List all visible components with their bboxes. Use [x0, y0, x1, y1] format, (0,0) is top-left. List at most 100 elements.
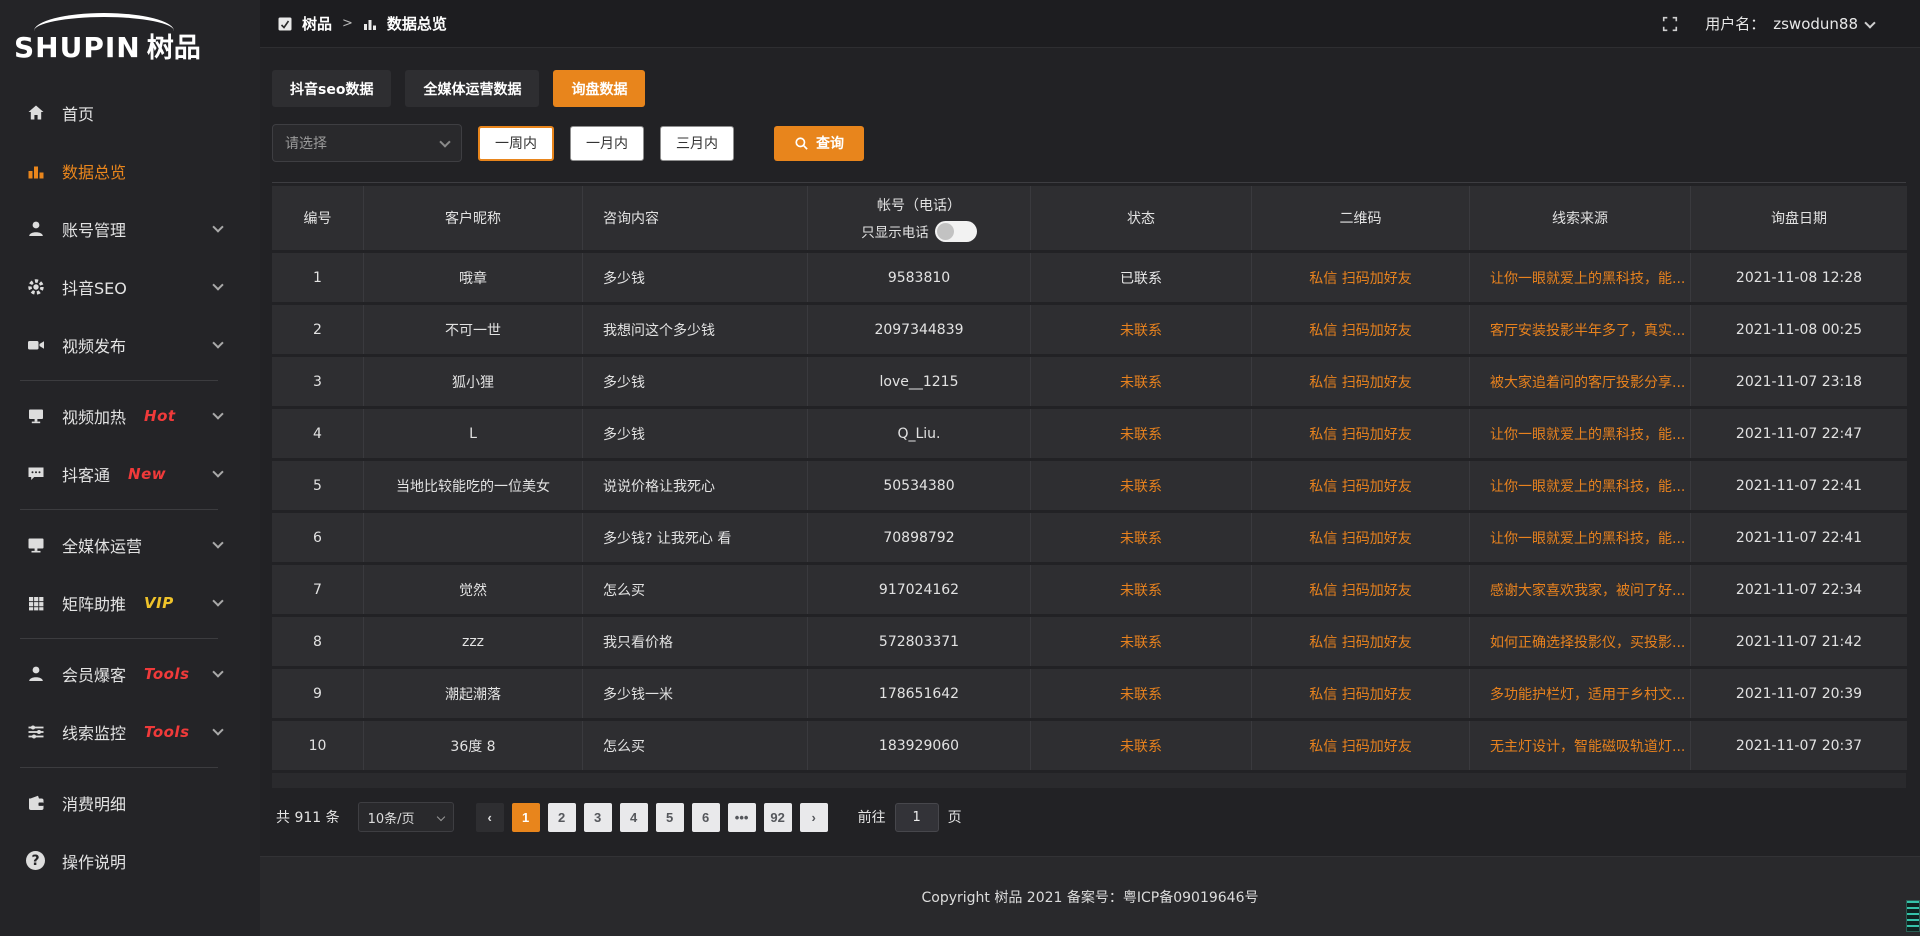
- cell-source-link[interactable]: 多功能护栏灯，适用于乡村文...: [1470, 669, 1691, 718]
- sidebar-item-video-publish[interactable]: 视频发布: [0, 316, 260, 374]
- sidebar-item-doukeitong[interactable]: 抖客通 New: [0, 445, 260, 503]
- sidebar-item-video-heat[interactable]: 视频加热 Hot: [0, 387, 260, 445]
- cell-nickname: zzz: [364, 617, 583, 666]
- footer: Copyright 树品 2021 备案号：粤ICP备09019646号: [260, 856, 1920, 936]
- cell-qr-action[interactable]: 私信 扫码加好友: [1252, 305, 1470, 354]
- breadcrumb-root[interactable]: 树品: [302, 13, 332, 34]
- cell-source-link[interactable]: 让你一眼就爱上的黑科技，能...: [1470, 409, 1691, 458]
- col-header-qrcode: 二维码: [1252, 186, 1470, 250]
- breadcrumb: 树品 > 数据总览: [278, 13, 447, 34]
- grid-icon: [26, 593, 46, 613]
- mini-bar-chart-icon: [363, 17, 377, 31]
- next-page-button[interactable]: ›: [800, 803, 828, 832]
- cell-source-link[interactable]: 被大家追着问的客厅投影分享...: [1470, 357, 1691, 406]
- cell-date: 2021-11-07 22:41: [1691, 513, 1907, 562]
- chevron-down-icon: [212, 537, 223, 548]
- cell-source-link[interactable]: 让你一眼就爱上的黑科技，能...: [1470, 513, 1691, 562]
- cell-account: 178651642: [808, 669, 1031, 718]
- cell-qr-action[interactable]: 私信 扫码加好友: [1252, 617, 1470, 666]
- bar-chart-icon: [26, 161, 46, 181]
- cell-no: 4: [272, 409, 364, 458]
- cell-nickname: 当地比较能吃的一位美女: [364, 461, 583, 510]
- table-row: 2 不可一世 我想问这个多少钱 2097344839 未联系 私信 扫码加好友 …: [272, 305, 1907, 354]
- sidebar-item-douyin-seo[interactable]: 抖音SEO: [0, 258, 260, 316]
- cell-no: 8: [272, 617, 364, 666]
- sidebar-item-media-ops[interactable]: 全媒体运营: [0, 516, 260, 574]
- cell-source-link[interactable]: 感谢大家喜欢我家，被问了好...: [1470, 565, 1691, 614]
- sidebar-item-help[interactable]: 操作说明: [0, 832, 260, 890]
- page-button-1[interactable]: 1: [512, 803, 540, 832]
- new-badge: New: [128, 465, 166, 483]
- cell-status: 未联系: [1031, 461, 1252, 510]
- sidebar-item-label: 视频发布: [62, 333, 126, 357]
- cell-source-link[interactable]: 让你一眼就爱上的黑科技，能...: [1470, 461, 1691, 510]
- page-size-value: 10条/页: [368, 808, 415, 827]
- cell-status: 已联系: [1031, 253, 1252, 302]
- sidebar-item-account-mgmt[interactable]: 账号管理: [0, 200, 260, 258]
- tools-badge: Tools: [144, 723, 189, 741]
- sidebar-item-lead-monitor[interactable]: 线索监控 Tools: [0, 703, 260, 761]
- cell-nickname: 36度 8: [364, 721, 583, 770]
- user-menu[interactable]: 用户名：zswodun88: [1705, 13, 1874, 34]
- page-button-6[interactable]: 6: [692, 803, 720, 832]
- tab-inquiry-data[interactable]: 询盘数据: [553, 70, 645, 107]
- cell-date: 2021-11-07 21:42: [1691, 617, 1907, 666]
- range-month-button[interactable]: 一月内: [570, 126, 644, 161]
- sidebar-item-label: 矩阵助推: [62, 591, 126, 615]
- cell-account: 2097344839: [808, 305, 1031, 354]
- chevron-down-icon: [436, 813, 444, 821]
- cell-qr-action[interactable]: 私信 扫码加好友: [1252, 253, 1470, 302]
- range-quarter-button[interactable]: 三月内: [660, 126, 734, 161]
- account-select[interactable]: 请选择: [272, 124, 462, 162]
- cell-source-link[interactable]: 如何正确选择投影仪，买投影...: [1470, 617, 1691, 666]
- cell-qr-action[interactable]: 私信 扫码加好友: [1252, 513, 1470, 562]
- cell-qr-action[interactable]: 私信 扫码加好友: [1252, 669, 1470, 718]
- cell-date: 2021-11-07 22:34: [1691, 565, 1907, 614]
- cell-source-link[interactable]: 无主灯设计，智能磁吸轨道灯...: [1470, 721, 1691, 770]
- page-size-select[interactable]: 10条/页: [358, 802, 454, 832]
- cell-status: 未联系: [1031, 409, 1252, 458]
- sidebar-item-label: 视频加热: [62, 404, 126, 428]
- phone-only-toggle[interactable]: [935, 221, 977, 242]
- goto-page-input[interactable]: [895, 803, 939, 832]
- cell-content: 多少钱: [583, 409, 808, 458]
- range-week-button[interactable]: 一周内: [478, 126, 554, 161]
- cell-qr-action[interactable]: 私信 扫码加好友: [1252, 565, 1470, 614]
- cell-no: 1: [272, 253, 364, 302]
- col-header-no: 编号: [272, 186, 364, 250]
- cell-qr-action[interactable]: 私信 扫码加好友: [1252, 357, 1470, 406]
- gear-icon: [26, 277, 46, 297]
- more-pages-button[interactable]: •••: [728, 803, 756, 832]
- sidebar-item-member-baoke[interactable]: 会员爆客 Tools: [0, 645, 260, 703]
- sidebar-item-matrix-boost[interactable]: 矩阵助推 VIP: [0, 574, 260, 632]
- page-button-2[interactable]: 2: [548, 803, 576, 832]
- cell-qr-action[interactable]: 私信 扫码加好友: [1252, 409, 1470, 458]
- tab-douyin-seo-data[interactable]: 抖音seo数据: [272, 70, 391, 107]
- page-button-92[interactable]: 92: [764, 803, 792, 832]
- cell-qr-action[interactable]: 私信 扫码加好友: [1252, 461, 1470, 510]
- cell-qr-action[interactable]: 私信 扫码加好友: [1252, 721, 1470, 770]
- page-button-4[interactable]: 4: [620, 803, 648, 832]
- page-button-3[interactable]: 3: [584, 803, 612, 832]
- logo-text-en: SHUPIN: [14, 31, 141, 64]
- sidebar-item-label: 会员爆客: [62, 662, 126, 686]
- edge-widget-thumbnail[interactable]: [1906, 900, 1920, 932]
- hot-badge: Hot: [144, 407, 176, 425]
- page-button-5[interactable]: 5: [656, 803, 684, 832]
- table-row: 1 哦章 多少钱 9583810 已联系 私信 扫码加好友 让你一眼就爱上的黑科…: [272, 253, 1907, 302]
- cell-no: 2: [272, 305, 364, 354]
- query-button[interactable]: 查询: [774, 126, 864, 161]
- chevron-down-icon: [212, 221, 223, 232]
- sidebar-item-home[interactable]: 首页: [0, 84, 260, 142]
- col-header-content: 咨询内容: [583, 186, 808, 250]
- cell-source-link[interactable]: 让你一眼就爱上的黑科技，能...: [1470, 253, 1691, 302]
- tab-media-ops-data[interactable]: 全媒体运营数据: [405, 70, 539, 107]
- sidebar-item-data-overview[interactable]: 数据总览: [0, 142, 260, 200]
- fullscreen-icon[interactable]: [1661, 15, 1679, 33]
- cell-no: 3: [272, 357, 364, 406]
- prev-page-button[interactable]: ‹: [476, 803, 504, 832]
- select-placeholder: 请选择: [285, 133, 441, 153]
- vip-badge: VIP: [144, 594, 174, 612]
- sidebar-item-consume-detail[interactable]: 消费明细: [0, 774, 260, 832]
- cell-source-link[interactable]: 客厅安装投影半年多了，真实...: [1470, 305, 1691, 354]
